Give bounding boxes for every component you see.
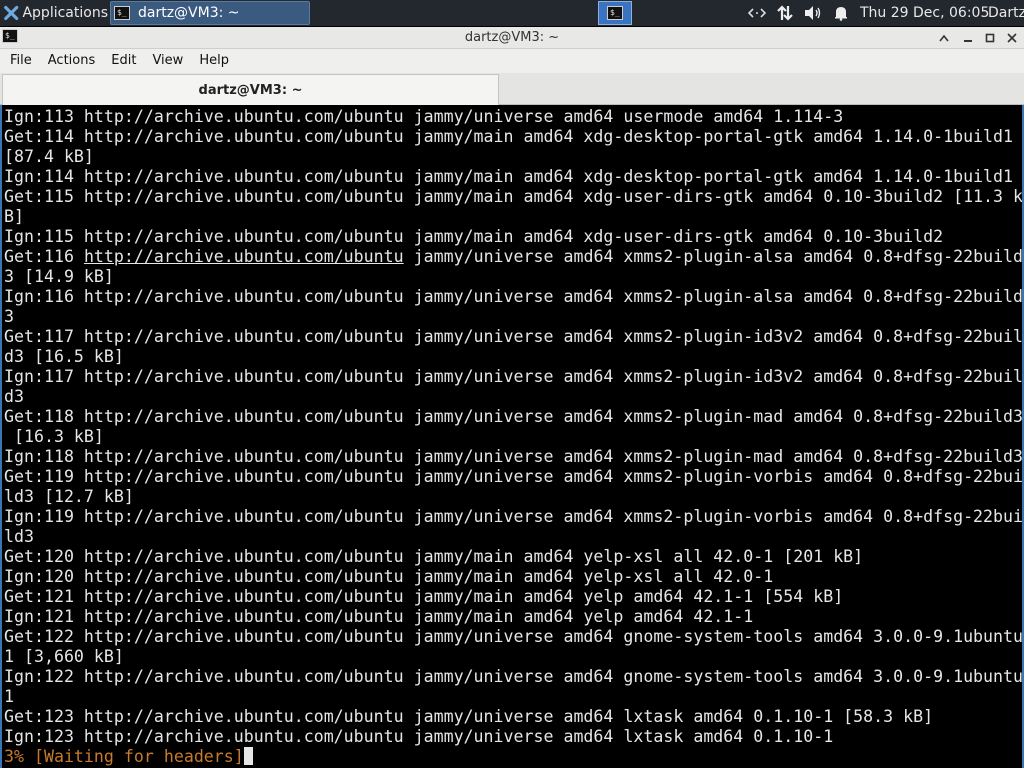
terminal-icon: $_ (607, 6, 623, 20)
terminal-line: Ign:119 http://archive.ubuntu.com/ubuntu… (4, 507, 1024, 526)
system-tray (748, 0, 860, 26)
terminal-line: Get:121 http://archive.ubuntu.com/ubuntu… (4, 587, 844, 606)
menu-edit[interactable]: Edit (103, 49, 144, 73)
terminal-line: Ign:113 http://archive.ubuntu.com/ubuntu… (4, 107, 844, 126)
terminal-icon: $_ (114, 6, 130, 20)
terminal-line: Get:114 http://archive.ubuntu.com/ubuntu… (4, 127, 1014, 146)
close-icon (1007, 33, 1017, 43)
volume-icon[interactable] (804, 4, 822, 22)
terminal-line: Get:118 http://archive.ubuntu.com/ubuntu… (4, 407, 1024, 426)
close-button[interactable] (1004, 30, 1020, 46)
workspace-switcher[interactable]: $_ (598, 1, 632, 25)
tab-bar: dartz@VM3: ~ (0, 73, 1024, 105)
menu-file[interactable]: File (2, 49, 40, 73)
terminal-line: ld3 (4, 527, 34, 546)
taskbar-terminal-button[interactable]: $_ dartz@VM3: ~ (110, 1, 310, 25)
terminal-line: 3 (4, 307, 14, 326)
tab-terminal[interactable]: dartz@VM3: ~ (2, 74, 499, 105)
terminal-line: Ign:116 http://archive.ubuntu.com/ubuntu… (4, 287, 1024, 306)
notification-bell-icon[interactable] (832, 4, 850, 22)
applications-label: Applications (22, 5, 108, 21)
terminal-line-suffix: jammy/universe amd64 xmms2-plugin-alsa a… (403, 247, 1024, 266)
network-transfer-icon[interactable] (776, 4, 794, 22)
menu-help[interactable]: Help (191, 49, 237, 73)
window-titlebar[interactable]: $_ dartz@VM3: ~ (0, 27, 1024, 49)
terminal-line: 3 [14.9 kB] (4, 267, 114, 286)
terminal-line: Get:117 http://archive.ubuntu.com/ubuntu… (4, 327, 1024, 346)
terminal-lines: Ign:113 http://archive.ubuntu.com/ubuntu… (4, 107, 1024, 767)
terminal-line: Ign:122 http://archive.ubuntu.com/ubuntu… (4, 667, 1024, 686)
terminal-line: Get:120 http://archive.ubuntu.com/ubuntu… (4, 547, 864, 566)
code-icon[interactable] (748, 4, 766, 22)
terminal-line: Get:122 http://archive.ubuntu.com/ubuntu… (4, 627, 1024, 646)
terminal-line: Get:119 http://archive.ubuntu.com/ubuntu… (4, 467, 1024, 486)
terminal-line: B] (4, 207, 24, 226)
terminal-line: [87.4 kB] (4, 147, 94, 166)
chevron-up-icon (939, 34, 949, 42)
terminal-line: d3 (4, 387, 24, 406)
shade-window-button[interactable] (936, 30, 952, 46)
menu-view[interactable]: View (144, 49, 191, 73)
terminal-line: Ign:120 http://archive.ubuntu.com/ubuntu… (4, 567, 774, 586)
terminal-progress-line: 3% [Waiting for headers] (4, 747, 1022, 767)
terminal-line: Get:115 http://archive.ubuntu.com/ubuntu… (4, 187, 1024, 206)
minimize-button[interactable] (960, 30, 976, 46)
minimize-icon (964, 40, 972, 42)
menu-actions[interactable]: Actions (40, 49, 104, 73)
terminal-cursor (243, 747, 253, 765)
clock[interactable]: Thu 29 Dec, 06:05 (860, 0, 989, 26)
maximize-button[interactable] (982, 30, 998, 46)
terminal-hyperlink[interactable]: http://archive.ubuntu.com/ubuntu (84, 247, 404, 266)
terminal-line: Ign:114 http://archive.ubuntu.com/ubuntu… (4, 167, 1014, 186)
terminal-line: ld3 [12.7 kB] (4, 487, 134, 506)
terminal-line: Get:116 http://archive.ubuntu.com/ubuntu… (4, 247, 1024, 267)
maximize-icon (985, 33, 995, 43)
menu-bar: File Actions Edit View Help (0, 49, 1024, 73)
xfce-logo-icon (4, 5, 19, 21)
terminal-line: Get:123 http://archive.ubuntu.com/ubuntu… (4, 707, 934, 726)
terminal-line: 1 (4, 687, 14, 706)
top-panel: Applications $_ dartz@VM3: ~ $_ Thu 29 D… (0, 0, 1024, 26)
terminal-line-prefix: Get:116 (4, 247, 84, 266)
terminal-output[interactable]: Ign:113 http://archive.ubuntu.com/ubuntu… (0, 105, 1024, 768)
terminal-line: [16.3 kB] (4, 427, 104, 446)
terminal-line: Ign:121 http://archive.ubuntu.com/ubuntu… (4, 607, 754, 626)
terminal-line: Ign:118 http://archive.ubuntu.com/ubuntu… (4, 447, 1024, 466)
window-title: dartz@VM3: ~ (464, 30, 560, 45)
terminal-line: Ign:117 http://archive.ubuntu.com/ubuntu… (4, 367, 1024, 386)
taskbar-terminal-label: dartz@VM3: ~ (138, 5, 240, 21)
terminal-line: Ign:123 http://archive.ubuntu.com/ubuntu… (4, 727, 834, 746)
user-menu-button[interactable]: Dartz (988, 0, 1024, 26)
terminal-line: Ign:115 http://archive.ubuntu.com/ubuntu… (4, 227, 944, 246)
apt-progress-status: 3% [Waiting for headers] (4, 747, 244, 766)
applications-menu-button[interactable]: Applications (0, 0, 108, 26)
terminal-line: d3 [16.5 kB] (4, 347, 124, 366)
terminal-line: 1 [3,660 kB] (4, 647, 124, 666)
